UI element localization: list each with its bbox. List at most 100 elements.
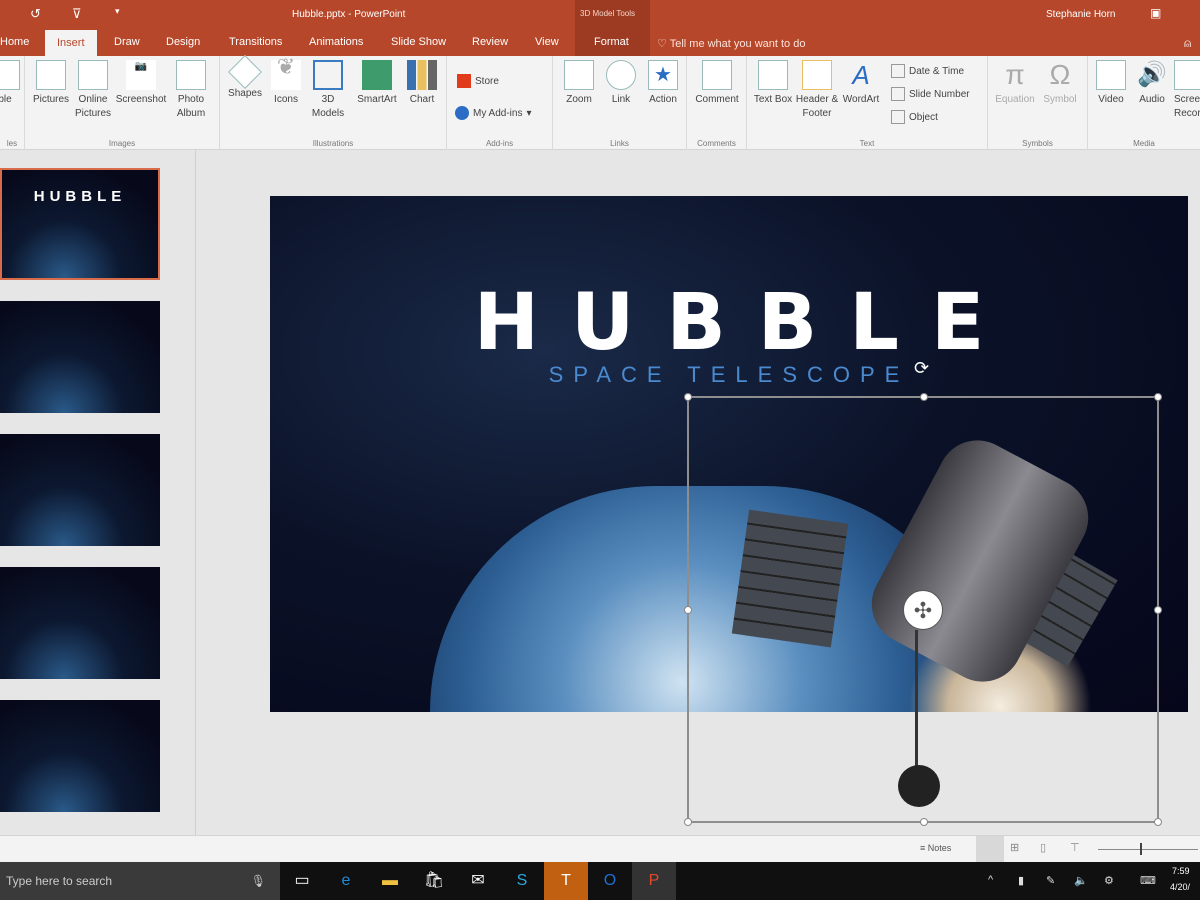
mail-icon[interactable]: ✉	[456, 862, 500, 900]
label: My Add-ins	[473, 107, 523, 119]
slide-thumbnail-3[interactable]	[0, 434, 160, 546]
rotate-handle-icon[interactable]: ⟳	[914, 358, 929, 379]
task-view-icon[interactable]: ▭	[280, 862, 324, 900]
screen-recording-button[interactable]: Screen Recording	[1174, 60, 1200, 121]
online-pictures-button[interactable]: Online Pictures	[73, 60, 113, 121]
text-box-button[interactable]: Text Box	[751, 60, 795, 107]
normal-view-button[interactable]	[976, 836, 1004, 862]
tab-review[interactable]: Review	[472, 36, 508, 56]
icons-button[interactable]: ❦ Icons	[268, 56, 304, 107]
clock-time[interactable]: 7:59	[1172, 866, 1190, 876]
3d-rotate-icon[interactable]: ✣	[903, 590, 943, 630]
tab-insert[interactable]: Insert	[45, 30, 97, 56]
speaker-icon: 🔊	[1137, 61, 1167, 88]
table-button[interactable]: ble	[0, 60, 20, 107]
tab-home[interactable]: Home	[0, 36, 29, 56]
symbol-button[interactable]: Ω Symbol	[1038, 60, 1082, 107]
slide-title[interactable]: HUBBLE	[270, 278, 1188, 368]
group-comments: Comment Comments	[687, 56, 747, 150]
slide-number-button[interactable]: Slide Number	[891, 87, 970, 101]
tab-view[interactable]: View	[535, 36, 559, 56]
skype-icon[interactable]: S	[500, 862, 544, 900]
slide-thumbnail-2[interactable]	[0, 301, 160, 413]
equation-button[interactable]: π Equation	[992, 60, 1038, 107]
tab-transitions[interactable]: Transitions	[229, 36, 282, 56]
link-button[interactable]: Link	[601, 60, 641, 107]
video-button[interactable]: Video	[1092, 60, 1130, 107]
omega-icon: Ω	[1049, 59, 1071, 90]
tell-me-input[interactable]: ♡ Tell me what you want to do	[657, 37, 805, 50]
resize-handle[interactable]	[684, 393, 692, 401]
resize-handle[interactable]	[684, 818, 692, 826]
taskbar: Type here to search 🎙 ▭ e ▬ 🛍 ✉ S T O P ^…	[0, 862, 1200, 900]
microphone-icon[interactable]: 🎙	[251, 862, 266, 900]
battery-icon[interactable]: ▮	[1018, 874, 1024, 887]
slide-thumbnail-1[interactable]: HUBBLE	[0, 168, 160, 280]
audio-button[interactable]: 🔊 Audio	[1132, 60, 1172, 107]
group-symbols: π Equation Ω Symbol Symbols	[988, 56, 1088, 150]
photo-album-button[interactable]: Photo Album	[171, 60, 211, 121]
customize-qat-icon[interactable]: ▾	[115, 6, 120, 17]
undo-icon[interactable]: ↺	[30, 6, 41, 22]
action-button[interactable]: ★ Action	[643, 60, 683, 107]
reading-view-button[interactable]: ▯	[1040, 841, 1046, 854]
edge-icon[interactable]: e	[324, 862, 368, 900]
comment-button[interactable]: Comment	[691, 60, 743, 107]
powerpoint-taskbar-icon[interactable]: P	[632, 862, 676, 900]
outlook-icon[interactable]: O	[588, 862, 632, 900]
slide-thumbnail-5[interactable]	[0, 700, 160, 812]
smartart-icon	[362, 60, 392, 90]
pictures-button[interactable]: Pictures	[29, 60, 73, 107]
taskbar-search-input[interactable]: Type here to search 🎙	[0, 862, 280, 900]
slide-sorter-view-button[interactable]: ⊞	[1010, 841, 1019, 854]
store-button[interactable]: Store	[457, 74, 499, 88]
ribbon-display-options-icon[interactable]: ▣	[1150, 6, 1161, 20]
user-name[interactable]: Stephanie Horn	[1046, 9, 1116, 20]
zoom-slider-thumb[interactable]	[1140, 843, 1142, 855]
slide-show-button[interactable]: ⊤	[1070, 841, 1080, 854]
date-time-button[interactable]: Date & Time	[891, 64, 964, 78]
group-label: Illustrations	[312, 139, 354, 148]
addins-icon	[455, 106, 469, 120]
resize-handle[interactable]	[920, 393, 928, 401]
wordart-button[interactable]: A WordArt	[839, 60, 883, 107]
slide-subtitle[interactable]: SPACE TELESCOPE	[270, 362, 1188, 388]
smartart-button[interactable]: SmartArt	[352, 60, 402, 107]
shapes-button[interactable]: Shapes	[224, 55, 266, 101]
label: Symbol	[1043, 94, 1077, 105]
header-footer-button[interactable]: Header & Footer	[795, 60, 839, 121]
screenshot-button[interactable]: 📷 Screenshot	[113, 60, 169, 107]
tab-slide-show[interactable]: Slide Show	[391, 36, 446, 56]
zoom-button[interactable]: Zoom	[559, 60, 599, 107]
tab-format[interactable]: Format	[594, 36, 629, 56]
3d-models-button[interactable]: 3D Models	[306, 60, 350, 121]
tab-draw[interactable]: Draw	[114, 36, 140, 56]
resize-handle[interactable]	[920, 818, 928, 826]
zoom-slider[interactable]	[1098, 849, 1198, 850]
group-label: Comments	[697, 139, 736, 148]
store-app-icon[interactable]: 🛍	[412, 862, 456, 900]
show-hidden-icons[interactable]: ^	[988, 874, 993, 886]
share-icon[interactable]: ⍝	[1184, 36, 1191, 51]
resize-handle[interactable]	[1154, 393, 1162, 401]
pen-icon[interactable]: ✎	[1046, 874, 1055, 887]
resize-handle[interactable]	[684, 606, 692, 614]
tab-design[interactable]: Design	[166, 36, 200, 56]
keyboard-icon[interactable]: ⌨	[1140, 874, 1156, 887]
object-button[interactable]: Object	[891, 110, 938, 124]
group-images: Pictures Online Pictures 📷 Screenshot Pho…	[25, 56, 220, 150]
resize-handle[interactable]	[1154, 818, 1162, 826]
notes-button[interactable]: ≡ Notes	[920, 843, 951, 853]
tab-animations[interactable]: Animations	[309, 36, 363, 56]
resize-handle[interactable]	[1154, 606, 1162, 614]
slide-thumbnail-4[interactable]	[0, 567, 160, 679]
my-addins-button[interactable]: My Add-ins ▾	[455, 106, 532, 120]
teams-icon[interactable]: T	[544, 862, 588, 900]
context-group-label: 3D Model Tools	[580, 9, 635, 18]
volume-icon[interactable]: 🔈	[1074, 874, 1088, 887]
start-from-beginning-icon[interactable]: ⊽	[72, 6, 82, 22]
chart-button[interactable]: Chart	[404, 60, 440, 107]
file-explorer-icon[interactable]: ▬	[368, 862, 412, 900]
network-icon[interactable]: ⚙	[1104, 874, 1114, 887]
clock-date[interactable]: 4/20/	[1170, 882, 1190, 892]
